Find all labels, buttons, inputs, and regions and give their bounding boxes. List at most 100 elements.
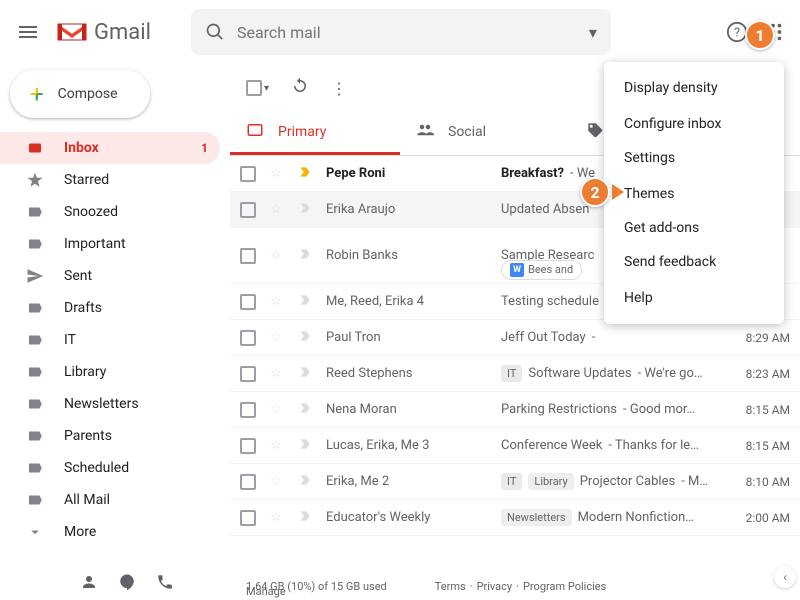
settings-menu: Display densityConfigure inboxSettingsTh… [604,62,784,324]
refresh-icon[interactable] [291,77,309,99]
row-checkbox[interactable] [240,294,256,310]
star-icon[interactable]: ☆ [270,474,288,489]
label-chip[interactable]: Library [528,473,573,490]
settings-menu-settings[interactable]: Settings [604,142,784,176]
nav-icon [26,299,46,317]
subject: Modern Nonfiction… [578,510,694,525]
sidebar-item-inbox[interactable]: Inbox1 [0,132,220,164]
terms-link[interactable]: Terms [435,580,466,593]
sidebar-item-all-mail[interactable]: All Mail [0,484,220,516]
nav-icon [26,331,46,349]
hangouts-icon[interactable] [118,573,136,594]
email-row[interactable]: ☆ Reed Stephens ITSoftware Updates - We'… [230,356,800,392]
importance-icon[interactable] [298,247,312,265]
importance-icon[interactable] [298,473,312,491]
importance-icon[interactable] [298,165,312,183]
sidebar-item-snoozed[interactable]: Snoozed [0,196,220,228]
row-checkbox[interactable] [240,510,256,526]
importance-icon[interactable] [298,437,312,455]
row-checkbox[interactable] [240,438,256,454]
row-checkbox[interactable] [240,330,256,346]
email-row[interactable]: ☆ Erika, Me 2 ITLibraryProjector Cables … [230,464,800,500]
email-row[interactable]: ☆ Paul Tron Jeff Out Today - 8:29 AM [230,320,800,356]
sender: Erika, Me 2 [326,474,501,489]
row-checkbox[interactable] [240,166,256,182]
row-checkbox[interactable] [240,402,256,418]
settings-menu-get-add-ons[interactable]: Get add-ons [604,212,784,246]
nav-icon [26,267,46,285]
importance-icon[interactable] [298,509,312,527]
search-bar[interactable]: ▾ [191,9,611,55]
tab-icon [246,121,264,143]
sidebar-item-newsletters[interactable]: Newsletters [0,388,220,420]
contacts-icon[interactable] [80,573,98,594]
importance-icon[interactable] [298,201,312,219]
sidebar-item-starred[interactable]: Starred [0,164,220,196]
attachment-chip[interactable]: WBees and [501,260,582,264]
tab-social[interactable]: Social [400,112,570,155]
select-all-checkbox[interactable] [246,80,262,96]
label-chip[interactable]: Newsletters [501,509,572,526]
sidebar-item-drafts[interactable]: Drafts [0,292,220,324]
star-icon[interactable]: ☆ [270,294,288,309]
nav-icon [26,395,46,413]
label-chip[interactable]: IT [501,473,522,490]
sender: Me, Reed, Erika 4 [326,294,501,309]
row-checkbox[interactable] [240,202,256,218]
nav-icon [26,139,46,157]
menu-icon[interactable] [16,20,40,44]
importance-icon[interactable] [298,329,312,347]
search-dropdown-icon[interactable]: ▾ [589,23,597,42]
expand-chevron-icon[interactable]: ‹ [774,566,796,588]
row-checkbox[interactable] [240,248,256,264]
star-icon[interactable]: ☆ [270,248,288,263]
nav-icon [26,235,46,253]
sidebar-item-library[interactable]: Library [0,356,220,388]
star-icon[interactable]: ☆ [270,330,288,345]
plus-icon [30,80,44,108]
importance-icon[interactable] [298,365,312,383]
star-icon[interactable]: ☆ [270,510,288,525]
subject: Conference Week [501,438,602,453]
more-icon[interactable]: ⋮ [331,79,347,98]
settings-menu-display-density[interactable]: Display density [604,70,784,106]
sidebar-item-important[interactable]: Important [0,228,220,260]
sidebar-item-more[interactable]: More [0,516,220,548]
star-icon[interactable]: ☆ [270,366,288,381]
row-checkbox[interactable] [240,474,256,490]
phone-icon[interactable] [156,573,174,594]
settings-menu-configure-inbox[interactable]: Configure inbox [604,106,784,142]
gmail-logo[interactable]: Gmail [56,20,151,45]
select-chevron-icon[interactable]: ▾ [264,83,269,94]
email-row[interactable]: ☆ Nena Moran Parking Restrictions - Good… [230,392,800,428]
search-icon [205,22,225,42]
search-input[interactable] [237,23,589,42]
compose-button[interactable]: Compose [10,70,150,118]
star-icon[interactable]: ☆ [270,166,288,181]
importance-icon[interactable] [298,293,312,311]
manage-link[interactable]: Manage [246,585,286,598]
sidebar-item-sent[interactable]: Sent [0,260,220,292]
settings-menu-themes[interactable]: Themes [604,176,784,212]
tab-primary[interactable]: Primary [230,112,400,155]
time: 8:15 AM [732,403,790,417]
settings-menu-send-feedback[interactable]: Send feedback [604,246,784,280]
star-icon[interactable]: ☆ [270,202,288,217]
tab-icon [416,121,434,143]
star-icon[interactable]: ☆ [270,402,288,417]
policies-link[interactable]: Program Policies [523,580,606,593]
snippet: - M… [681,474,708,489]
privacy-link[interactable]: Privacy [477,580,513,593]
label-chip[interactable]: IT [501,365,522,382]
subject: Breakfast? [501,166,564,181]
sidebar-item-it[interactable]: IT [0,324,220,356]
importance-icon[interactable] [298,401,312,419]
time: 2:00 AM [732,511,790,525]
settings-menu-help[interactable]: Help [604,280,784,316]
email-row[interactable]: ☆ Lucas, Erika, Me 3 Conference Week - T… [230,428,800,464]
sidebar-item-scheduled[interactable]: Scheduled [0,452,220,484]
email-row[interactable]: ☆ Educator's Weekly NewslettersModern No… [230,500,800,536]
star-icon[interactable]: ☆ [270,438,288,453]
row-checkbox[interactable] [240,366,256,382]
sidebar-item-parents[interactable]: Parents [0,420,220,452]
